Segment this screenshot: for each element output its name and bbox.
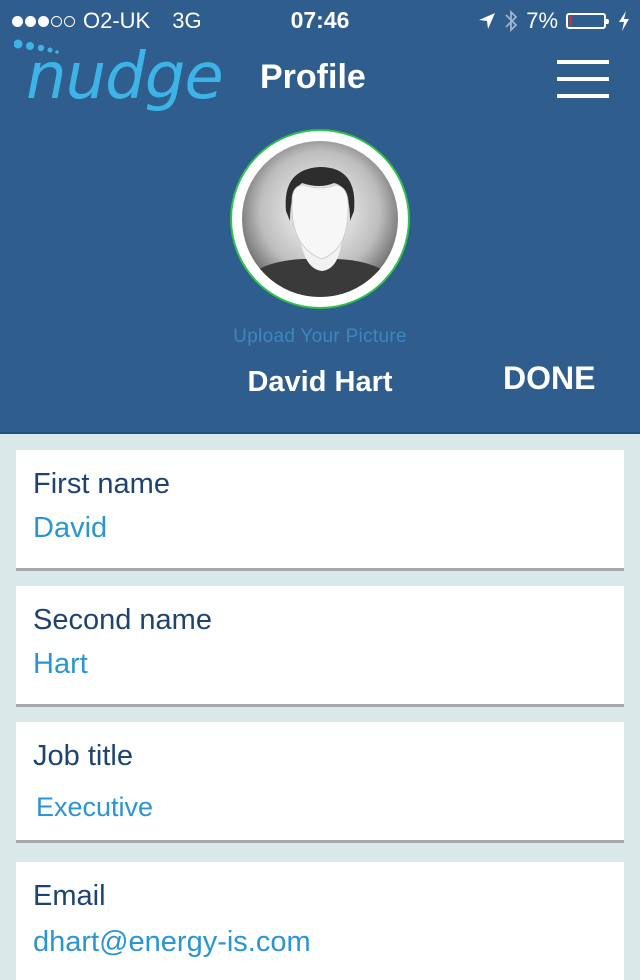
field-label: Job title (33, 740, 133, 772)
second-name-field[interactable]: Second name (16, 586, 624, 704)
job-title-input[interactable] (36, 792, 596, 823)
battery-icon (566, 13, 609, 29)
email-input[interactable] (33, 926, 593, 959)
first-name-field[interactable]: First name (16, 450, 624, 568)
default-person-avatar-icon (242, 141, 398, 297)
location-arrow-icon (479, 13, 496, 29)
bluetooth-icon (505, 9, 518, 33)
profile-avatar[interactable] (230, 129, 410, 309)
status-bar: O2-UK 3G 07:46 7% (0, 0, 640, 40)
second-name-input[interactable] (33, 648, 593, 681)
field-label: Email (33, 880, 106, 912)
email-field[interactable]: Email (16, 862, 624, 980)
charging-bolt-icon (619, 11, 629, 31)
hamburger-menu-icon[interactable] (557, 58, 609, 100)
battery-percent: 7% (526, 8, 558, 33)
profile-header: O2-UK 3G 07:46 7% nudge Profile Upload Y… (0, 0, 640, 434)
field-label: Second name (33, 604, 212, 636)
job-title-field[interactable]: Job title (16, 722, 624, 840)
nudge-logo: nudge (14, 39, 224, 114)
svg-text:nudge: nudge (26, 40, 223, 114)
field-label: First name (33, 468, 170, 500)
profile-full-name: David Hart (247, 366, 393, 398)
done-button[interactable]: DONE (503, 360, 595, 397)
upload-picture-link[interactable]: Upload Your Picture (0, 326, 640, 348)
first-name-input[interactable] (33, 512, 593, 545)
page-title: Profile (260, 58, 366, 96)
